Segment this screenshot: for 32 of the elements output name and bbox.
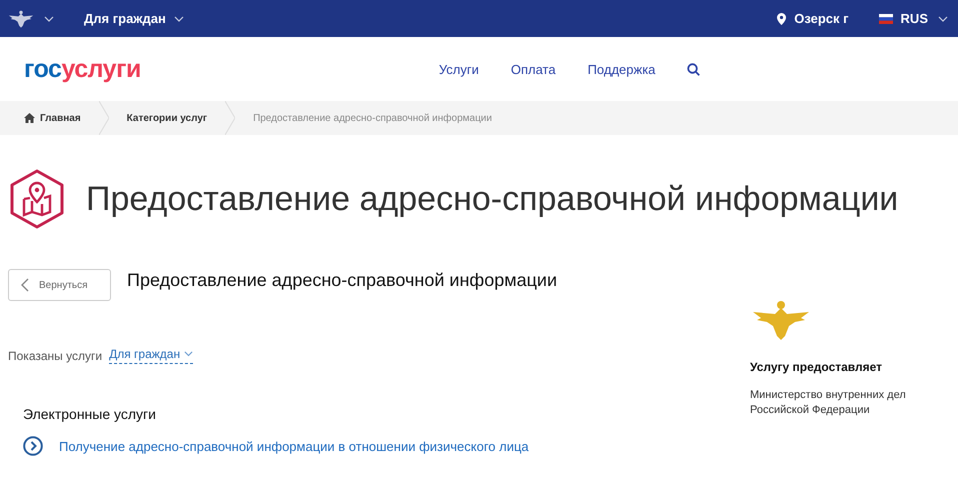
audience-filter-dropdown[interactable]: Для граждан — [109, 347, 194, 364]
nav-link[interactable]: Оплата — [510, 62, 556, 76]
service-subtitle: Предоставление адресно-справочной информации — [127, 270, 558, 290]
filter-label: Показаны услуги — [8, 348, 102, 362]
current-page-label: Предоставление адресно-справочной информации — [253, 112, 492, 124]
location-link[interactable]: Озерск г — [794, 11, 849, 26]
chevron-down-icon — [44, 16, 54, 22]
section-title: Электронные услуги — [23, 406, 157, 422]
service-link[interactable]: Получение адресно-справочной информации в отношении физического лица — [59, 438, 529, 454]
page-title: Предоставление адресно-справочной информации — [86, 180, 898, 218]
back-button[interactable]: Вернуться — [8, 269, 111, 301]
chevron-down-icon — [184, 351, 194, 357]
home-icon — [24, 113, 35, 123]
chevron-down-icon — [938, 16, 948, 22]
map-pin-icon — [8, 169, 66, 229]
provider-heading: Услугу предоставляет — [750, 360, 884, 374]
chevron-left-icon — [21, 278, 29, 292]
breadcrumb-separator-icon — [98, 101, 109, 135]
audience-dropdown[interactable]: Для граждан — [84, 11, 166, 26]
nav-link[interactable]: Услуги — [438, 62, 479, 76]
flag-icon — [878, 14, 893, 24]
language-dropdown[interactable]: RUS — [900, 11, 928, 26]
chevron-down-icon — [174, 16, 184, 22]
breadcrumb-separator-icon — [225, 101, 236, 135]
logo[interactable]: госуслуги — [24, 54, 141, 84]
provider-name: Министерство внутренних дел Российской Федерации — [750, 388, 907, 418]
search-icon[interactable] — [687, 62, 700, 76]
chevron-circle-icon — [23, 436, 43, 456]
nav-link[interactable]: Поддержка — [588, 62, 656, 76]
location-pin-icon — [777, 12, 786, 24]
breadcrumb-link[interactable]: Категории услуг — [126, 112, 208, 124]
breadcrumb-link[interactable]: Главная — [40, 112, 81, 124]
